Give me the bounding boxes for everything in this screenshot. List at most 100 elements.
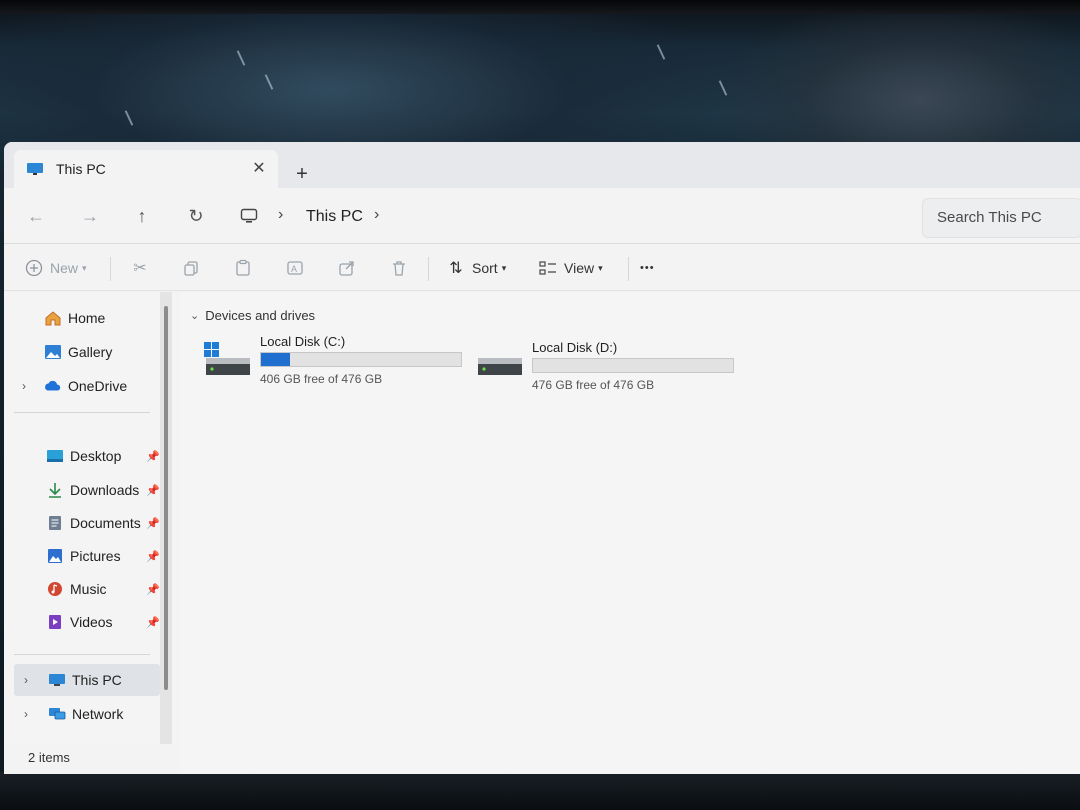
paste-icon[interactable] (234, 255, 252, 281)
breadcrumb-chevron-icon[interactable]: › (374, 206, 379, 224)
status-bar-item-count: 2 items (28, 750, 70, 765)
documents-icon (46, 515, 64, 531)
new-button[interactable]: New ▾ (24, 255, 87, 281)
videos-icon (46, 614, 64, 630)
breadcrumb-chevron-icon: › (278, 206, 284, 223)
pin-icon[interactable]: 📌 (146, 484, 160, 497)
sidebar-item-label: Downloads (70, 482, 140, 498)
drive-name: Local Disk (C:) (260, 334, 346, 349)
sidebar-item-network[interactable]: › Network (14, 700, 160, 728)
pin-icon[interactable]: 📌 (146, 450, 160, 463)
drive-c[interactable]: Local Disk (C:) 406 GB free of 476 GB (204, 334, 484, 394)
divider (110, 257, 111, 281)
search-placeholder: Search This PC (937, 209, 1042, 226)
chevron-down-icon: ▾ (501, 262, 507, 273)
sidebar-item-downloads[interactable]: Downloads 📌 (14, 476, 160, 504)
divider (628, 257, 629, 281)
home-icon (44, 310, 62, 326)
view-icon (538, 258, 558, 278)
sort-label: Sort (472, 260, 498, 276)
new-tab-button[interactable]: + (290, 162, 314, 186)
drive-d[interactable]: Local Disk (D:) 476 GB free of 476 GB (476, 340, 756, 400)
file-explorer-window: This PC ✕ + ← → ↑ ↻ › This PC › Search T… (4, 142, 1080, 774)
navigation-bar: ← → ↑ ↻ › This PC › Search This PC (4, 188, 1080, 244)
chevron-down-icon: ▾ (598, 262, 603, 273)
downloads-icon (46, 482, 64, 498)
see-more-button[interactable]: ••• (640, 255, 655, 281)
this-pc-icon (48, 672, 66, 688)
pin-icon[interactable]: 📌 (146, 550, 160, 563)
sidebar-item-music[interactable]: Music 📌 (14, 575, 160, 603)
drive-icon (476, 348, 524, 384)
pin-icon[interactable]: 📌 (146, 517, 160, 530)
new-label: New (50, 260, 79, 276)
sort-button[interactable]: ⇅ Sort ▾ (446, 255, 506, 281)
refresh-icon[interactable]: ↻ (182, 202, 210, 230)
sidebar-item-label: This PC (72, 672, 122, 688)
monitor-icon (26, 162, 44, 176)
chevron-right-icon[interactable]: › (24, 673, 28, 687)
up-arrow-icon[interactable]: ↑ (128, 202, 156, 230)
sidebar-item-label: Documents (70, 515, 141, 531)
sidebar-item-label: Videos (70, 614, 113, 630)
pin-icon[interactable]: 📌 (146, 583, 160, 596)
drive-free-space: 476 GB free of 476 GB (532, 378, 655, 392)
cut-icon[interactable]: ✂ (130, 255, 150, 281)
sidebar-item-label: Pictures (70, 548, 121, 564)
back-arrow-icon[interactable]: ← (22, 202, 50, 230)
sidebar-divider (14, 412, 150, 413)
chevron-right-icon[interactable]: › (24, 707, 28, 721)
search-box[interactable]: Search This PC (922, 198, 1080, 238)
sidebar-item-label: Music (70, 581, 107, 597)
sidebar-item-onedrive[interactable]: › OneDrive (14, 372, 160, 400)
pictures-icon (46, 548, 64, 564)
sidebar-item-gallery[interactable]: Gallery (14, 338, 160, 366)
sort-icon: ⇅ (449, 260, 463, 277)
drive-usage-fill (261, 353, 291, 366)
drive-free-space: 406 GB free of 476 GB (260, 372, 383, 386)
plus-circle-icon (24, 258, 44, 278)
view-button[interactable]: View ▾ (538, 255, 603, 281)
tab-title: This PC (56, 161, 106, 177)
chevron-down-icon: ⌄ (190, 310, 200, 322)
sidebar-item-desktop[interactable]: Desktop 📌 (14, 442, 160, 470)
pin-icon[interactable]: 📌 (146, 616, 160, 629)
sidebar-item-label: Desktop (70, 448, 122, 464)
taskbar-edge (0, 772, 1080, 810)
divider (428, 257, 429, 281)
close-tab-icon[interactable]: ✕ (250, 160, 268, 178)
windows-drive-icon (204, 342, 252, 378)
share-icon[interactable] (338, 255, 356, 281)
desktop-icon (46, 448, 64, 464)
drive-name: Local Disk (D:) (532, 340, 618, 355)
rename-icon[interactable]: A (286, 255, 304, 281)
sidebar-item-label: Gallery (68, 344, 113, 360)
gallery-icon (44, 344, 62, 360)
tab-this-pc[interactable]: This PC ✕ (14, 150, 278, 188)
devices-and-drives-header[interactable]: ⌄ Devices and drives (190, 308, 315, 323)
breadcrumb-this-pc[interactable]: This PC (306, 208, 363, 226)
music-icon (46, 581, 64, 597)
sidebar-item-label: Network (72, 706, 124, 722)
copy-icon[interactable] (182, 255, 200, 281)
sidebar-item-documents[interactable]: Documents 📌 (14, 509, 160, 537)
view-label: View (564, 260, 595, 276)
sidebar-item-home[interactable]: Home (14, 304, 160, 332)
sidebar-item-videos[interactable]: Videos 📌 (14, 608, 160, 636)
sidebar-divider (14, 654, 150, 655)
tab-bar: This PC ✕ + (4, 142, 1080, 188)
network-icon (48, 706, 66, 722)
sidebar-item-pictures[interactable]: Pictures 📌 (14, 542, 160, 570)
sidebar-scrollbar[interactable] (164, 306, 168, 690)
drive-usage-bar (532, 358, 734, 373)
screen-bezel (0, 0, 1080, 14)
delete-icon[interactable] (390, 255, 408, 281)
sidebar-item-this-pc[interactable]: › This PC (14, 664, 160, 696)
onedrive-icon (44, 378, 62, 394)
drive-usage-bar (260, 352, 462, 367)
sidebar-item-label: OneDrive (68, 378, 128, 394)
address-pc-icon[interactable] (240, 208, 258, 223)
chevron-right-icon[interactable]: › (22, 379, 26, 393)
forward-arrow-icon[interactable]: → (76, 202, 104, 230)
group-label: Devices and drives (205, 308, 316, 323)
